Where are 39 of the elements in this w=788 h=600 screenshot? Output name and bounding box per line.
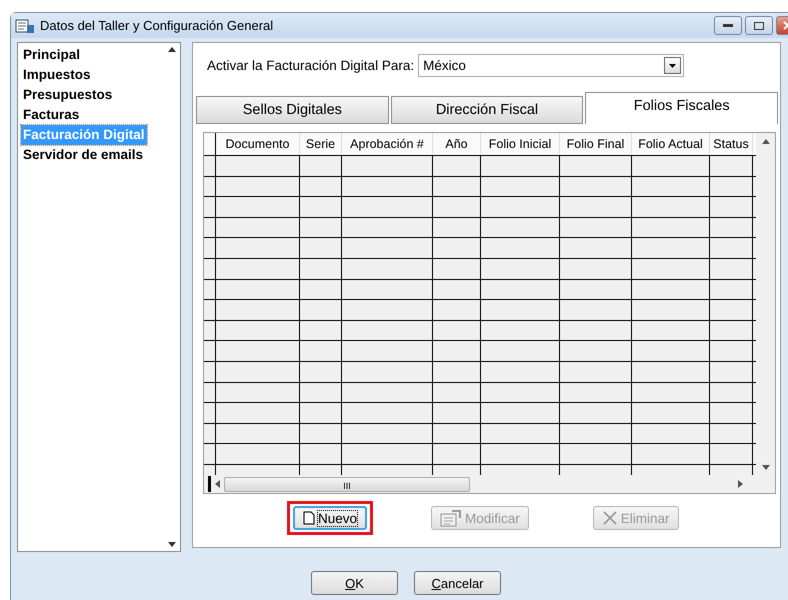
sidebar-item[interactable]: Servidor de emails: [21, 145, 146, 165]
maximize-icon: [754, 22, 764, 30]
data-grid[interactable]: Documento Serie Aprobación # Año Folio Inicial Folio Final Folio Actual Status III: [203, 132, 776, 494]
sidebar-item[interactable]: Facturas: [21, 105, 82, 125]
country-label: Activar la Facturación Digital Para:: [207, 58, 414, 73]
window-title: Datos del Taller y Configuración General: [40, 18, 274, 33]
delete-icon: [602, 510, 618, 526]
minimize-button[interactable]: [714, 16, 742, 35]
scroll-down-icon[interactable]: [168, 542, 176, 547]
column-header[interactable]: Aprobación #: [342, 133, 433, 155]
dropdown-arrow-icon: [669, 64, 676, 68]
column-header[interactable]: Año: [433, 133, 481, 155]
tab[interactable]: Sellos Digitales: [196, 96, 389, 124]
column-header[interactable]: Folio Final: [560, 133, 632, 155]
scrollbar-thumb[interactable]: III: [224, 476, 470, 492]
scroll-right-icon[interactable]: [738, 480, 743, 488]
sidebar-item[interactable]: Presupuestos: [21, 85, 114, 105]
country-dropdown[interactable]: México: [418, 54, 684, 77]
tab[interactable]: Dirección Fiscal: [390, 96, 584, 124]
sidebar-item[interactable]: Principal: [21, 45, 82, 65]
dialog-button[interactable]: OK: [311, 571, 398, 595]
minimize-icon: [723, 24, 733, 28]
sidebar-item[interactable]: Impuestos: [21, 65, 93, 85]
scroll-up-icon[interactable]: [168, 47, 176, 52]
column-header[interactable]: Serie: [300, 133, 342, 155]
column-header[interactable]: Folio Inicial: [481, 133, 560, 155]
column-header[interactable]: Status: [710, 133, 753, 155]
column-header[interactable]: Folio Actual: [632, 133, 710, 155]
app-icon: [15, 18, 35, 34]
scroll-up-icon[interactable]: [762, 139, 770, 144]
new-button[interactable]: Nuevo: [293, 506, 368, 530]
scroll-down-icon[interactable]: [762, 465, 770, 470]
dialog-button[interactable]: Cancelar: [414, 571, 501, 595]
maximize-button[interactable]: [745, 16, 773, 35]
tab[interactable]: Folios Fiscales: [585, 92, 778, 124]
form-icon: [440, 509, 462, 527]
scroll-left-icon[interactable]: [215, 480, 220, 488]
document-icon: [303, 511, 315, 525]
column-header[interactable]: Documento: [216, 133, 300, 155]
